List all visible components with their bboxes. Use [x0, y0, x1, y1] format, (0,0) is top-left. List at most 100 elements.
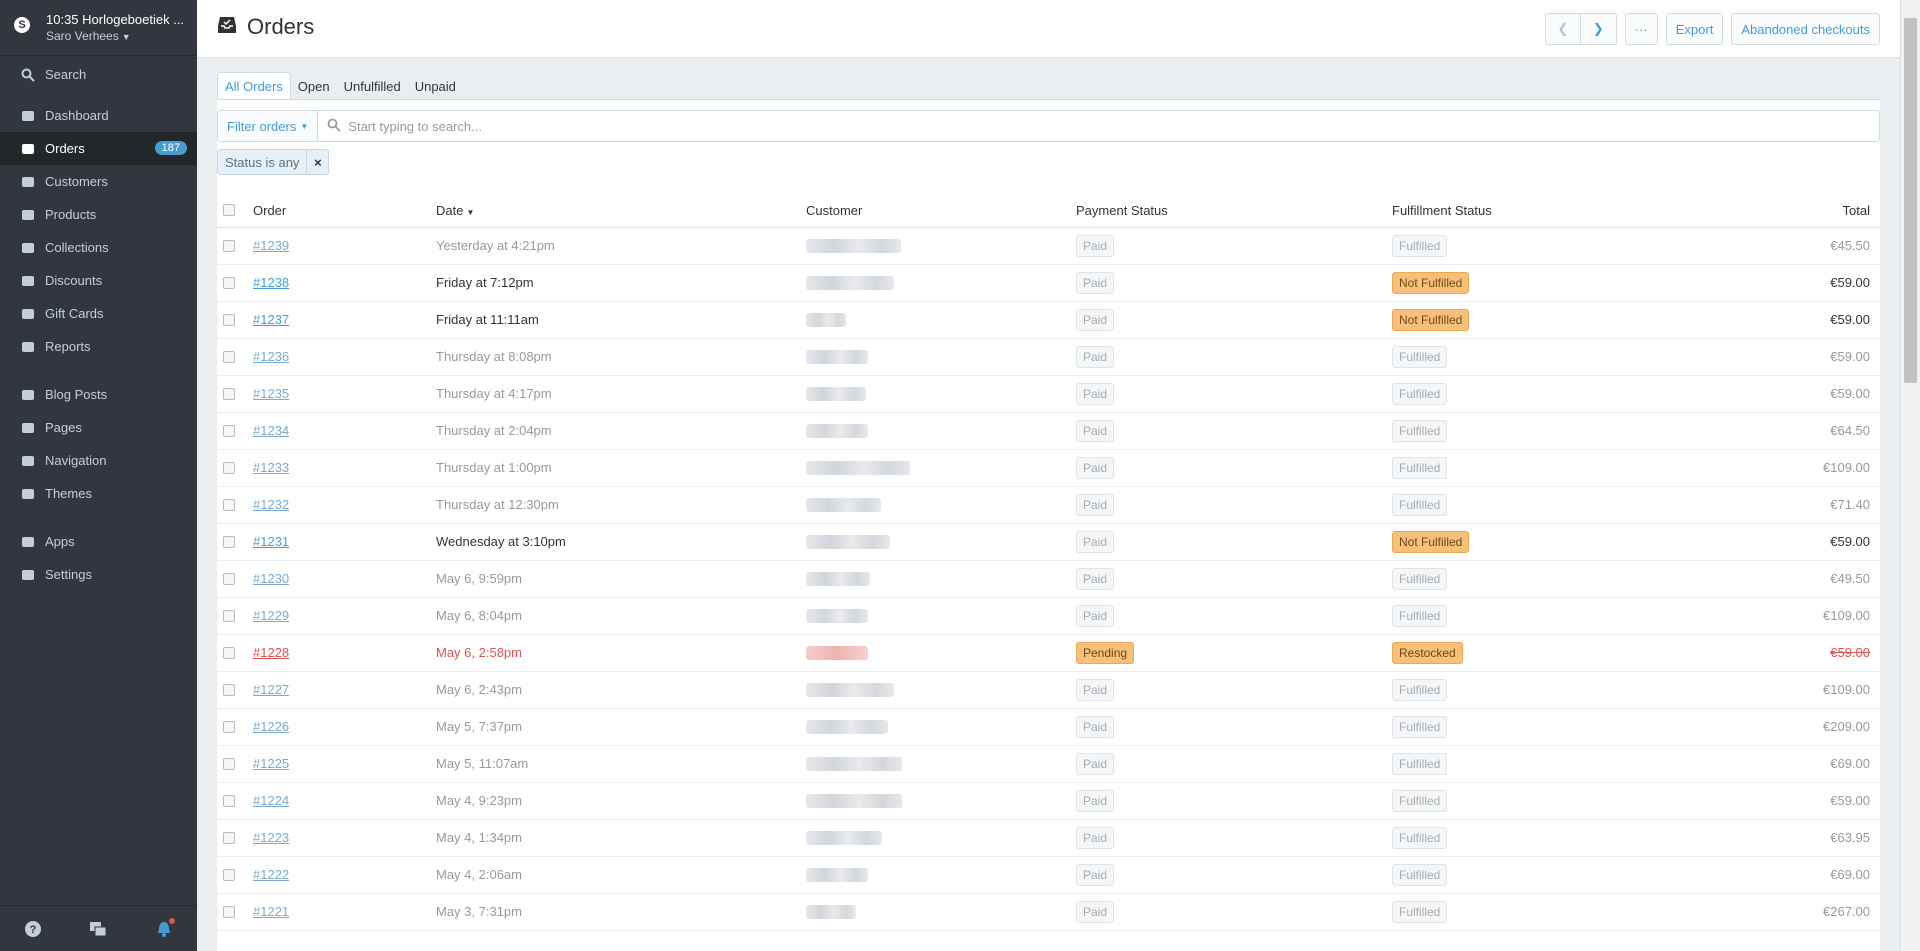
order-link[interactable]: #1222	[253, 867, 289, 882]
filter-orders-button[interactable]: Filter orders ▼	[217, 110, 319, 142]
table-row[interactable]: #1233 Thursday at 1:00pm Paid Fulfilled €109…	[217, 449, 1880, 487]
row-checkbox[interactable]	[223, 461, 235, 474]
table-row[interactable]: #1239 Yesterday at 4:21pm Paid Fulfilled €45…	[217, 227, 1880, 265]
sidebar-item-collections[interactable]: Collections	[0, 231, 197, 264]
row-checkbox[interactable]	[223, 313, 235, 326]
order-link[interactable]: #1229	[253, 608, 289, 623]
select-all-checkbox[interactable]	[223, 204, 235, 217]
user-name[interactable]: Saro Verhees ▼	[46, 29, 197, 43]
row-checkbox[interactable]	[223, 350, 235, 363]
table-row[interactable]: #1236 Thursday at 8:08pm Paid Fulfilled €59.…	[217, 338, 1880, 376]
order-link[interactable]: #1226	[253, 719, 289, 734]
sidebar-item-themes[interactable]: Themes	[0, 477, 197, 510]
table-row[interactable]: #1225 May 5, 11:07am Paid Fulfilled €69.00	[217, 745, 1880, 783]
sidebar-item-dashboard[interactable]: Dashboard	[0, 99, 197, 132]
row-checkbox[interactable]	[223, 905, 235, 918]
table-row[interactable]: #1226 May 5, 7:37pm Paid Fulfilled €209.00	[217, 708, 1880, 746]
page-scrollbar[interactable]	[1900, 0, 1920, 951]
order-link[interactable]: #1239	[253, 238, 289, 253]
order-link[interactable]: #1224	[253, 793, 289, 808]
column-customer[interactable]: Customer	[806, 194, 1076, 228]
row-checkbox[interactable]	[223, 794, 235, 807]
row-checkbox[interactable]	[223, 276, 235, 289]
order-link[interactable]: #1235	[253, 386, 289, 401]
sidebar-item-orders[interactable]: Orders 187	[0, 132, 197, 165]
order-link[interactable]: #1232	[253, 497, 289, 512]
more-actions-button[interactable]: ···	[1624, 13, 1658, 45]
table-row[interactable]: #1234 Thursday at 2:04pm Paid Fulfilled €64.…	[217, 412, 1880, 450]
windows-icon[interactable]	[89, 920, 107, 938]
order-link[interactable]: #1238	[253, 275, 289, 290]
order-link[interactable]: #1225	[253, 756, 289, 771]
order-link[interactable]: #1234	[253, 423, 289, 438]
store-switcher[interactable]: S 10:35 Horlogeboetiek ... Saro Verhees ▼	[0, 0, 197, 56]
table-row[interactable]: #1222 May 4, 2:06am Paid Fulfilled €69.00	[217, 856, 1880, 894]
row-checkbox[interactable]	[223, 757, 235, 770]
help-icon[interactable]: ?	[24, 920, 42, 938]
sidebar-item-settings[interactable]: Settings	[0, 558, 197, 591]
export-button[interactable]: Export	[1665, 13, 1724, 45]
row-checkbox[interactable]	[223, 572, 235, 585]
row-checkbox[interactable]	[223, 683, 235, 696]
tab-unpaid[interactable]: Unpaid	[408, 72, 463, 100]
table-row[interactable]: #1237 Friday at 11:11am Paid Not Fulfilled €…	[217, 301, 1880, 339]
table-row[interactable]: #1223 May 4, 1:34pm Paid Fulfilled €63.95	[217, 819, 1880, 857]
order-link[interactable]: #1236	[253, 349, 289, 364]
column-fulfillment-status[interactable]: Fulfillment Status	[1392, 194, 1692, 228]
sidebar-item-customers[interactable]: Customers	[0, 165, 197, 198]
sidebar-item-navigation[interactable]: Navigation	[0, 444, 197, 477]
table-row[interactable]: #1235 Thursday at 4:17pm Paid Fulfilled €59.…	[217, 375, 1880, 413]
row-checkbox[interactable]	[223, 831, 235, 844]
remove-filter-icon[interactable]: ×	[306, 150, 328, 174]
table-row[interactable]: #1221 May 3, 7:31pm Paid Fulfilled €267.00	[217, 893, 1880, 931]
order-link[interactable]: #1227	[253, 682, 289, 697]
row-checkbox[interactable]	[223, 239, 235, 252]
sidebar-search[interactable]: Search	[0, 58, 197, 91]
order-link[interactable]: #1223	[253, 830, 289, 845]
sidebar-item-apps[interactable]: Apps	[0, 525, 197, 558]
table-row[interactable]: #1238 Friday at 7:12pm Paid Not Fulfilled €5…	[217, 264, 1880, 302]
table-row[interactable]: #1229 May 6, 8:04pm Paid Fulfilled €109.00	[217, 597, 1880, 635]
table-row[interactable]: #1227 May 6, 2:43pm Paid Fulfilled €109.00	[217, 671, 1880, 709]
order-link[interactable]: #1230	[253, 571, 289, 586]
tab-open[interactable]: Open	[291, 72, 337, 100]
row-checkbox[interactable]	[223, 868, 235, 881]
row-checkbox[interactable]	[223, 720, 235, 733]
order-link[interactable]: #1221	[253, 904, 289, 919]
order-link[interactable]: #1233	[253, 460, 289, 475]
search-input[interactable]	[348, 118, 949, 134]
row-checkbox[interactable]	[223, 646, 235, 659]
sidebar-item-reports[interactable]: Reports	[0, 330, 197, 363]
order-link[interactable]: #1231	[253, 534, 289, 549]
abandoned-checkouts-button[interactable]: Abandoned checkouts	[1731, 13, 1880, 45]
order-link[interactable]: #1237	[253, 312, 289, 327]
tab-unfulfilled[interactable]: Unfulfilled	[337, 72, 408, 100]
order-link[interactable]: #1228	[253, 645, 289, 660]
prev-page-button[interactable]: ❮	[1544, 13, 1581, 45]
row-checkbox[interactable]	[223, 387, 235, 400]
table-row[interactable]: #1224 May 4, 9:23pm Paid Fulfilled €59.00	[217, 782, 1880, 820]
row-checkbox[interactable]	[223, 609, 235, 622]
table-row[interactable]: #1228 May 6, 2:58pm Pending Restocked €59.00	[217, 634, 1880, 672]
table-row[interactable]: #1232 Thursday at 12:30pm Paid Fulfilled €71…	[217, 486, 1880, 524]
row-checkbox[interactable]	[223, 498, 235, 511]
row-checkbox[interactable]	[223, 535, 235, 548]
sidebar-item-gift-cards[interactable]: Gift Cards	[0, 297, 197, 330]
sidebar-item-blog-posts[interactable]: Blog Posts	[0, 378, 197, 411]
table-row[interactable]: #1230 May 6, 9:59pm Paid Fulfilled €49.50	[217, 560, 1880, 598]
sidebar-item-pages[interactable]: Pages	[0, 411, 197, 444]
notifications-bell-icon[interactable]	[155, 917, 176, 938]
tab-all-orders[interactable]: All Orders	[217, 72, 291, 100]
scrollbar-thumb[interactable]	[1904, 18, 1917, 383]
search-box[interactable]	[318, 110, 1880, 142]
column-total[interactable]: Total	[1692, 194, 1880, 228]
column-date[interactable]: Date ▼	[436, 194, 806, 228]
next-page-button[interactable]: ❯	[1580, 13, 1617, 45]
column-order[interactable]: Order	[253, 194, 436, 228]
order-total: €59.00	[1830, 793, 1870, 808]
column-payment-status[interactable]: Payment Status	[1076, 194, 1392, 228]
sidebar-item-products[interactable]: Products	[0, 198, 197, 231]
table-row[interactable]: #1231 Wednesday at 3:10pm Paid Not Fulfille…	[217, 523, 1880, 561]
sidebar-item-discounts[interactable]: Discounts	[0, 264, 197, 297]
row-checkbox[interactable]	[223, 424, 235, 437]
